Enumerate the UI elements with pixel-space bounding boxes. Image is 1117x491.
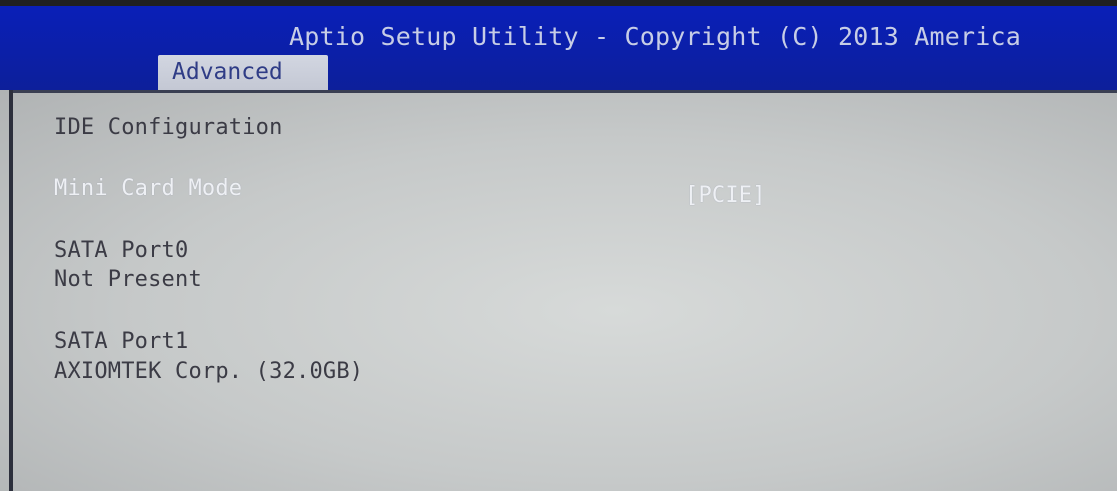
setting-label-mini-card-mode[interactable]: Mini Card Mode [54, 176, 242, 201]
window-title: Aptio Setup Utility - Copyright (C) 2013… [289, 22, 1022, 51]
panel-border-top [9, 90, 1117, 93]
sata-port1-label: SATA Port1 [54, 329, 189, 354]
sata-port1-status: AXIOMTEK Corp. (32.0GB) [54, 359, 364, 384]
setting-value-mini-card-mode[interactable]: [PCIE] [685, 183, 766, 208]
header-bar: Aptio Setup Utility - Copyright (C) 2013… [0, 6, 1117, 90]
section-title: IDE Configuration [54, 115, 283, 140]
settings-panel: IDE Configuration Mini Card Mode [PCIE] … [0, 90, 1117, 491]
bios-screen: Aptio Setup Utility - Copyright (C) 2013… [0, 0, 1117, 491]
tab-advanced[interactable]: Advanced [158, 55, 328, 90]
sata-port0-label: SATA Port0 [54, 238, 189, 263]
panel-border-left [9, 90, 13, 491]
sata-port0-status: Not Present [54, 267, 202, 292]
